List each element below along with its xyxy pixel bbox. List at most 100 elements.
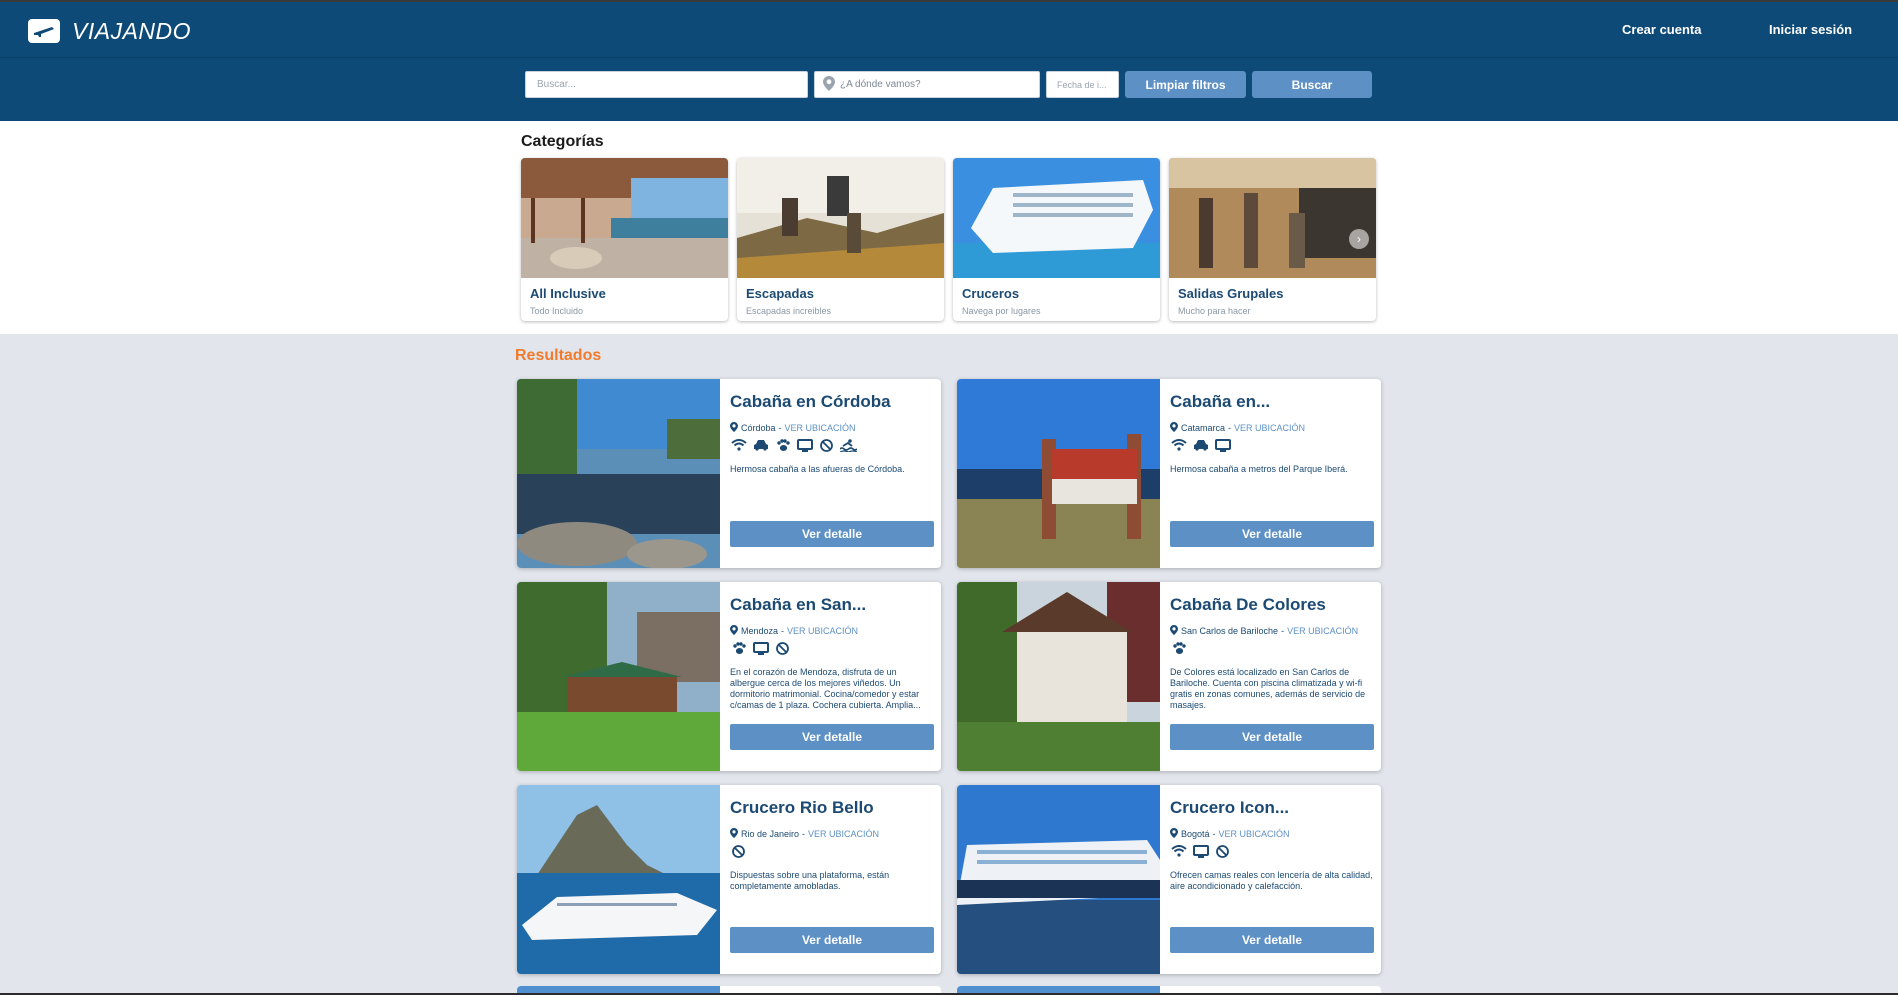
location-pin-icon	[730, 828, 738, 840]
location-pin-icon	[1170, 422, 1178, 434]
result-title: Crucero Rio Bello	[730, 798, 874, 817]
result-description: En el corazón de Mendoza, disfruta de un…	[730, 667, 921, 710]
result-image-lodge	[517, 582, 720, 771]
view-location-link[interactable]: VER UBICACIÓN	[787, 626, 858, 636]
category-subtitle: Escapadas increibles	[746, 306, 832, 316]
location-separator: -	[1281, 626, 1285, 636]
result-image-park-sign	[957, 379, 1160, 568]
category-card-escapadas[interactable]: Escapadas Escapadas increibles	[737, 158, 944, 321]
categories-section: Categorías All Inclusive Todo Incluido E…	[0, 121, 1898, 334]
date-placeholder: Fecha de i...	[1057, 79, 1107, 90]
categories-title: Categorías	[521, 133, 604, 150]
category-image-hikers	[737, 158, 944, 278]
result-card: Cabaña en Córdoba Córdoba - VER UBICACIÓ…	[517, 379, 941, 568]
category-subtitle: Mucho para hacer	[1178, 306, 1251, 316]
result-location: Córdoba - VER UBICACIÓN	[730, 422, 856, 434]
amenities-list	[730, 844, 747, 858]
paw-icon	[774, 438, 791, 452]
location-separator: -	[802, 829, 806, 839]
tv-icon	[1192, 844, 1209, 858]
no-smoking-icon	[1214, 844, 1231, 858]
location-pin-icon	[730, 625, 738, 637]
result-title: Cabaña De Colores	[1170, 595, 1326, 614]
results-title: Resultados	[515, 347, 602, 364]
paw-icon	[730, 641, 747, 655]
result-description: De Colores está localizado en San Carlos…	[1170, 667, 1366, 710]
category-subtitle: Navega por lugares	[962, 306, 1041, 316]
result-card: Crucero Icon... Bogotá - VER UBICACIÓN O…	[957, 785, 1381, 974]
category-card-all-inclusive[interactable]: All Inclusive Todo Incluido	[521, 158, 728, 321]
paw-icon	[1170, 641, 1187, 655]
header-divider	[0, 57, 1898, 58]
view-location-link[interactable]: VER UBICACIÓN	[808, 829, 879, 839]
car-icon	[1192, 438, 1209, 452]
destination-input[interactable]: ¿A dónde vamos?	[814, 71, 1040, 98]
carousel-next-button[interactable]: ›	[1349, 229, 1369, 249]
search-input[interactable]: Buscar...	[525, 71, 808, 98]
result-card: Crucero Rio Bello Rio de Janeiro - VER U…	[517, 785, 941, 974]
view-location-link[interactable]: VER UBICACIÓN	[1234, 423, 1305, 433]
result-location-name: Rio de Janeiro	[741, 829, 800, 839]
result-description: Hermosa cabaña a las afueras de Córdoba.	[730, 464, 905, 474]
no-smoking-icon	[774, 641, 791, 655]
category-title: Cruceros	[962, 286, 1020, 301]
category-image-group	[1169, 158, 1376, 278]
wifi-icon	[730, 438, 747, 452]
location-pin-icon	[823, 75, 835, 94]
amenities-list	[730, 641, 791, 655]
category-card-cruceros[interactable]: Cruceros Navega por lugares	[953, 158, 1160, 321]
result-location-name: Catamarca	[1181, 423, 1226, 433]
result-location: Catamarca - VER UBICACIÓN	[1170, 422, 1305, 434]
category-title: Escapadas	[746, 286, 814, 301]
category-card-salidas-grupales[interactable]: Salidas Grupales Mucho para hacer	[1169, 158, 1376, 321]
date-input[interactable]: Fecha de i...	[1046, 71, 1119, 98]
view-detail-button[interactable]: Ver detalle	[730, 927, 934, 953]
view-detail-button[interactable]: Ver detalle	[1170, 521, 1374, 547]
view-detail-button[interactable]: Ver detalle	[1170, 927, 1374, 953]
result-image-cruise-rio	[517, 785, 720, 974]
top-header: VIAJANDO Crear cuenta Iniciar sesión Bus…	[0, 0, 1898, 121]
category-subtitle: Todo Incluido	[530, 306, 584, 316]
wifi-icon	[1170, 438, 1187, 452]
create-account-link[interactable]: Crear cuenta	[1622, 22, 1701, 37]
search-placeholder: Buscar...	[537, 79, 576, 90]
view-location-link[interactable]: VER UBICACIÓN	[1287, 626, 1358, 636]
view-location-link[interactable]: VER UBICACIÓN	[1219, 829, 1290, 839]
view-detail-button[interactable]: Ver detalle	[1170, 724, 1374, 750]
view-detail-button[interactable]: Ver detalle	[730, 521, 934, 547]
search-button[interactable]: Buscar	[1252, 71, 1372, 98]
location-pin-icon	[1170, 625, 1178, 637]
category-title: All Inclusive	[530, 286, 606, 301]
result-location-name: Córdoba	[741, 423, 776, 433]
result-location: San Carlos de Bariloche - VER UBICACIÓN	[1170, 625, 1358, 637]
result-image-cruise-icon	[957, 785, 1160, 974]
car-icon	[752, 438, 769, 452]
chevron-right-icon: ›	[1357, 232, 1361, 246]
result-title: Cabaña en...	[1170, 392, 1271, 411]
result-image-chalet	[957, 582, 1160, 771]
result-location: Mendoza - VER UBICACIÓN	[730, 625, 858, 637]
amenities-list	[1170, 641, 1187, 655]
location-pin-icon	[730, 422, 738, 434]
result-location-name: Bogotá	[1181, 829, 1210, 839]
view-detail-button[interactable]: Ver detalle	[730, 724, 934, 750]
result-title: Cabaña en Córdoba	[730, 392, 891, 411]
result-description: Dispuestas sobre una plataforma, están c…	[730, 870, 890, 891]
clear-filters-button[interactable]: Limpiar filtros	[1125, 71, 1246, 98]
result-description: Hermosa cabaña a metros del Parque Iberá…	[1170, 464, 1348, 474]
amenities-list	[1170, 438, 1231, 452]
login-link[interactable]: Iniciar sesión	[1769, 22, 1852, 37]
result-title: Cabaña en San...	[730, 595, 867, 614]
location-separator: -	[778, 423, 782, 433]
result-card: Cabaña en... Catamarca - VER UBICACIÓN H…	[957, 379, 1381, 568]
result-description: Ofrecen camas reales con lencería de alt…	[1170, 870, 1373, 891]
result-image-lake	[517, 379, 720, 568]
view-location-link[interactable]: VER UBICACIÓN	[785, 423, 856, 433]
brand-logo[interactable]: VIAJANDO	[28, 18, 191, 44]
result-location: Rio de Janeiro - VER UBICACIÓN	[730, 828, 879, 840]
result-location: Bogotá - VER UBICACIÓN	[1170, 828, 1290, 840]
category-title: Salidas Grupales	[1178, 286, 1284, 301]
result-location-name: San Carlos de Bariloche	[1181, 626, 1279, 636]
tv-icon	[796, 438, 813, 452]
plane-ticket-icon	[28, 19, 60, 43]
